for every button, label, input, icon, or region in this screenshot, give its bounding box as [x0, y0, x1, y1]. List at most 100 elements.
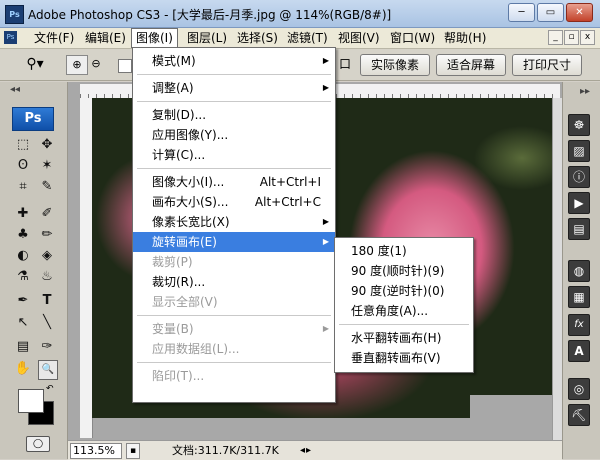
image-menu-item[interactable]: 复制(D)... [133, 105, 335, 125]
resize-window-checkbox[interactable] [118, 59, 132, 73]
collapse-panel-icon[interactable]: ◂◂ [10, 84, 20, 95]
menu-image[interactable]: 图像(I) [131, 28, 178, 48]
swatches-icon[interactable]: ▦ [568, 286, 590, 308]
color-icon[interactable]: ◍ [568, 260, 590, 282]
type-tool-icon[interactable]: T [38, 292, 56, 310]
notes-tool-icon[interactable]: ▤ [14, 338, 32, 356]
character-icon[interactable]: A [568, 340, 590, 362]
zoom-tool-icon[interactable]: 🔍 [38, 360, 58, 380]
print-size-button[interactable]: 打印尺寸 [512, 54, 582, 76]
close-button[interactable]: ✕ [566, 3, 593, 22]
path-selection-tool-icon[interactable]: ↖ [14, 314, 32, 332]
lasso-tool-icon[interactable]: ʘ [14, 157, 32, 175]
history-icon[interactable]: ▤ [568, 218, 590, 240]
menu-edit[interactable]: 编辑(E) [81, 28, 130, 48]
zoom-in-icon[interactable]: ⊕ [66, 55, 88, 75]
magnifier-icon[interactable]: ⚲▾ [22, 55, 48, 73]
rotate-submenu-item[interactable]: 180 度(1) [335, 241, 473, 261]
pen-tool-icon[interactable]: ✒ [14, 292, 32, 310]
crop-tool-icon[interactable]: ⌗ [14, 178, 32, 196]
magic-wand-tool-icon[interactable]: ✶ [38, 157, 56, 175]
rotate-canvas-submenu: 180 度(1) 90 度(顺时针)(9) 90 度(逆时针)(0) 任意角度(A).… [334, 237, 474, 373]
eraser-tool-icon[interactable]: ◐ [14, 247, 32, 265]
menu-item-label: 计算(C)... [152, 148, 206, 162]
layers-icon[interactable]: ◎ [568, 378, 590, 400]
fit-screen-button[interactable]: 适合屏幕 [436, 54, 506, 76]
navigator-icon[interactable]: ☸ [568, 114, 590, 136]
image-menu-item[interactable]: 模式(M) ▶ [133, 51, 335, 71]
clone-stamp-tool-icon[interactable]: ♣ [14, 226, 32, 244]
minimize-button[interactable]: ─ [508, 3, 535, 22]
swap-colors-icon[interactable]: ↶ [46, 384, 54, 394]
restore-button[interactable]: ▭ [537, 3, 564, 22]
status-menu-icon[interactable]: ▪ [126, 443, 140, 459]
menu-item-label: 模式(M) [152, 54, 196, 68]
menu-item-label: 90 度(逆时针)(0) [351, 284, 445, 298]
document-size-info: 文档:311.7K/311.7K [172, 444, 279, 457]
menu-bar: Ps 文件(F) 编辑(E) 图像(I) 图层(L) 选择(S) 滤镜(T) 视… [0, 28, 600, 49]
submenu-arrow-icon: ▶ [322, 56, 329, 65]
rotate-submenu-item[interactable]: 90 度(逆时针)(0) [335, 281, 473, 301]
rotate-submenu-item[interactable]: 90 度(顺时针)(9) [335, 261, 473, 281]
menu-select[interactable]: 选择(S) [233, 28, 282, 48]
image-menu-item[interactable]: 调整(A) ▶ [133, 78, 335, 98]
healing-brush-tool-icon[interactable]: ✚ [14, 205, 32, 223]
menu-item-label: 显示全部(V) [152, 295, 218, 309]
document-icon[interactable]: Ps [4, 31, 17, 44]
rotate-submenu-item[interactable]: 水平翻转画布(H) [335, 328, 473, 348]
rotate-submenu-item[interactable]: 垂直翻转画布(V) [335, 348, 473, 368]
menu-item-label: 变量(B) [152, 322, 194, 336]
status-scroll-left-icon[interactable]: ◂ [300, 443, 305, 458]
zoom-out-icon[interactable]: ⊖ [88, 55, 104, 73]
slice-tool-icon[interactable]: ✎ [38, 178, 56, 196]
menu-file[interactable]: 文件(F) [30, 28, 78, 48]
line-tool-icon[interactable]: ╲ [38, 314, 56, 332]
actual-pixels-button[interactable]: 实际像素 [360, 54, 430, 76]
styles-icon[interactable]: fx [568, 314, 590, 336]
image-menu-item[interactable]: 计算(C)... [133, 145, 335, 165]
menu-item-label: 调整(A) [152, 81, 194, 95]
ps-logo: Ps [12, 107, 54, 131]
doc-restore-button[interactable]: ▫ [564, 30, 579, 45]
expand-panel-icon[interactable]: ▸▸ [580, 86, 590, 97]
image-menu-item[interactable]: 应用图像(Y)... [133, 125, 335, 145]
image-menu-item[interactable]: 旋转画布(E) ▶ [133, 232, 335, 252]
status-scroll-right-icon[interactable]: ▸ [306, 443, 311, 458]
doc-close-button[interactable]: x [580, 30, 595, 45]
menu-item-label: 应用数据组(L)... [152, 342, 240, 356]
actions-icon[interactable]: ▶ [568, 192, 590, 214]
image-menu-item[interactable]: 像素长宽比(X) ▶ [133, 212, 335, 232]
brush-tool-icon[interactable]: ✐ [38, 205, 56, 223]
image-menu-item[interactable]: 裁切(R)... [133, 272, 335, 292]
doc-minimize-button[interactable]: _ [548, 30, 563, 45]
paint-bucket-tool-icon[interactable]: ◈ [38, 247, 56, 265]
dodge-tool-icon[interactable]: ♨ [38, 268, 56, 286]
image-menu-item[interactable]: 画布大小(S)... Alt+Ctrl+C [133, 192, 335, 212]
image-menu-item: 显示全部(V) [133, 292, 335, 312]
submenu-arrow-icon: ▶ [322, 83, 329, 92]
image-menu-item[interactable]: 图像大小(I)... Alt+Ctrl+I [133, 172, 335, 192]
menu-help[interactable]: 帮助(H) [440, 28, 490, 48]
marquee-tool-icon[interactable]: ⬚ [14, 136, 32, 154]
menu-item-label: 90 度(顺时针)(9) [351, 264, 445, 278]
foreground-color-swatch[interactable] [18, 389, 44, 413]
rotate-submenu-item[interactable]: 任意角度(A)... [335, 301, 473, 321]
zoom-level-field[interactable]: 113.5% [70, 443, 122, 459]
menu-view[interactable]: 视图(V) [334, 28, 384, 48]
menu-layer[interactable]: 图层(L) [183, 28, 231, 48]
photoshop-app-icon[interactable]: Ps [5, 5, 24, 24]
hand-tool-icon[interactable]: ✋ [14, 360, 32, 378]
menu-item-label: 裁剪(P) [152, 255, 193, 269]
history-brush-tool-icon[interactable]: ✏ [38, 226, 56, 244]
blur-tool-icon[interactable]: ⚗ [14, 268, 32, 286]
quick-mask-icon[interactable]: ◯ [26, 436, 50, 452]
info-icon[interactable]: ⓘ [568, 166, 590, 188]
menu-item-label: 任意角度(A)... [351, 304, 429, 318]
move-tool-icon[interactable]: ✥ [38, 136, 56, 154]
histogram-icon[interactable]: ▨ [568, 140, 590, 162]
options-partial-label: 口 [338, 57, 351, 71]
eyedropper-tool-icon[interactable]: ✑ [38, 338, 56, 356]
menu-window[interactable]: 窗口(W) [386, 28, 439, 48]
menu-filter[interactable]: 滤镜(T) [283, 28, 332, 48]
channels-icon[interactable]: ⛏ [568, 404, 590, 426]
